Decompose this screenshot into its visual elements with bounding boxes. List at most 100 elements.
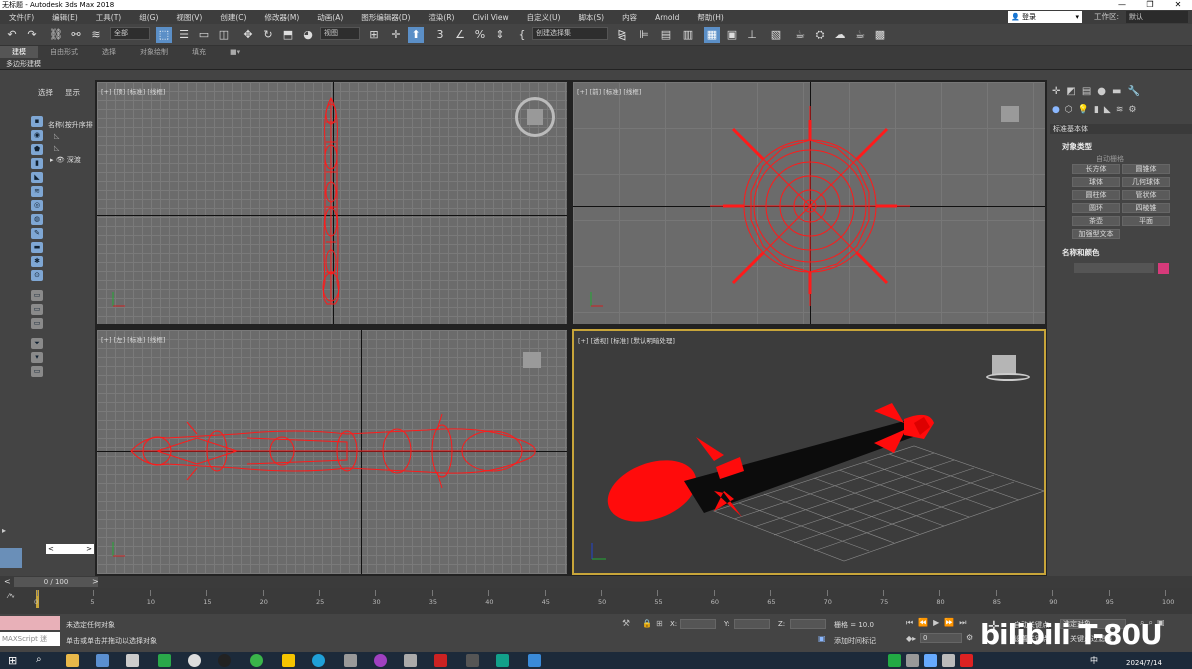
ime-indicator[interactable]: 中 [1090, 655, 1098, 666]
textplus-button[interactable]: 加强型文本 [1072, 229, 1120, 239]
go-to-start-icon[interactable]: ⏮ [906, 618, 913, 628]
taskbar-date[interactable]: 2024/7/14 [1126, 659, 1162, 667]
viewcube-icon[interactable] [1001, 106, 1019, 122]
create-tab-icon[interactable]: ✛ [1052, 86, 1060, 97]
viewport-front[interactable]: [+] [前] [标准] [线框] [573, 82, 1045, 324]
absolute-mode-icon[interactable]: ⊞ [656, 619, 663, 628]
cameras-icon[interactable]: ▮ [1094, 105, 1099, 115]
rotate-icon[interactable]: ↻ [260, 27, 276, 43]
edge-icon[interactable] [312, 654, 325, 667]
menu-content[interactable]: 内容 [613, 12, 646, 23]
render-production-icon[interactable]: ⛭ [812, 27, 828, 43]
next-frame-icon[interactable]: ⏩ [944, 618, 954, 628]
viewport-left[interactable]: [+] [左] [标准] [线框] [97, 330, 567, 574]
eye-icon[interactable]: 👁 [56, 156, 65, 164]
sphere-button[interactable]: 球体 [1072, 177, 1120, 187]
poly-modeling-label[interactable]: 多边形建模 [6, 60, 41, 68]
ribbon-toggle-icon[interactable]: ▥ [680, 27, 696, 43]
tab-modeling[interactable]: 建模 [0, 46, 38, 58]
display-spacewarps-icon[interactable]: ◎ [31, 200, 43, 211]
menu-modifiers[interactable]: 修改器(M) [255, 12, 308, 23]
explorer-row[interactable]: ◺ [54, 144, 59, 152]
display-geometry-icon[interactable]: ◉ [31, 130, 43, 141]
tube-button[interactable]: 管状体 [1122, 190, 1170, 200]
angle-snap-icon[interactable]: ∠ [452, 27, 468, 43]
viewcube-icon[interactable] [992, 355, 1016, 375]
display-children-icon[interactable]: ▭ [31, 318, 43, 329]
render-frame-icon[interactable]: ☕ [792, 27, 808, 43]
app-icon-10[interactable] [466, 654, 479, 667]
menu-views[interactable]: 视图(V) [167, 12, 211, 23]
render-setup-icon[interactable]: ▧ [768, 27, 784, 43]
category-dropdown[interactable]: 标准基本体 [1050, 124, 1192, 134]
app-icon-8[interactable] [404, 654, 417, 667]
maxscript-listener-pink[interactable] [0, 616, 60, 630]
menu-rendering[interactable]: 渲染(R) [419, 12, 463, 23]
app-icon-3[interactable] [158, 654, 171, 667]
app-icon-6[interactable] [344, 654, 357, 667]
previous-frame-icon[interactable]: ⏪ [918, 618, 928, 628]
named-selection-set-dropdown[interactable]: 创建选择集 [532, 27, 608, 40]
viewport-perspective-label[interactable]: [+] [透视] [标准] [默认明暗处理] [578, 335, 675, 345]
tray-icon-4[interactable] [942, 654, 955, 667]
systems-icon[interactable]: ⚙ [1128, 105, 1136, 115]
app-icon-5[interactable] [282, 654, 295, 667]
curve-editor-toggle-icon[interactable]: ⁄∿ [8, 592, 15, 600]
menu-group[interactable]: 组(G) [130, 12, 167, 23]
time-slider[interactable]: < 0 / 100 > [0, 576, 1192, 588]
explorer-scrollbar[interactable]: < > [46, 544, 94, 554]
lights-icon[interactable]: 💡 [1078, 105, 1089, 115]
autogrid-checkbox[interactable]: 自动栅格 [1096, 154, 1124, 164]
tray-icon-3[interactable] [924, 654, 937, 667]
file-explorer-icon[interactable] [66, 654, 79, 667]
time-tag-icon[interactable]: ▣ [818, 634, 826, 643]
display-cameras-icon[interactable]: ◣ [31, 172, 43, 183]
link-icon[interactable]: ⛓ [48, 27, 64, 43]
viewcube-icon[interactable] [523, 352, 541, 368]
plane-button[interactable]: 平面 [1122, 216, 1170, 226]
cone-button[interactable]: 圆锥体 [1122, 164, 1170, 174]
display-shapes-icon[interactable]: ⬟ [31, 144, 43, 155]
z-field[interactable] [790, 619, 826, 629]
lock-icon[interactable]: 🔒 [642, 619, 652, 628]
app-icon-7[interactable] [374, 654, 387, 667]
utilities-tab-icon[interactable]: 🔧 [1127, 86, 1139, 97]
viewport-perspective[interactable]: [+] [透视] [标准] [默认明暗处理] [572, 329, 1046, 575]
rect-selection-icon[interactable]: ▭ [196, 27, 212, 43]
layer-icon[interactable]: ▭ [31, 366, 43, 377]
ribbon-options-icon[interactable]: ■▾ [218, 46, 252, 58]
display-bones-icon[interactable]: ▬ [31, 242, 43, 253]
menu-edit[interactable]: 编辑(E) [43, 12, 87, 23]
menu-help[interactable]: 帮助(H) [688, 12, 733, 23]
display-tab-icon[interactable]: ▬ [1112, 86, 1121, 97]
viewcube-ring[interactable] [986, 373, 1030, 381]
align-icon[interactable]: ⊫ [636, 27, 652, 43]
viewport-top[interactable]: [+] [顶] [标准] [线框] [97, 82, 567, 324]
login-dropdown[interactable]: 👤 登录 ▾ [1008, 11, 1082, 23]
filter-icon[interactable]: ▾ [31, 352, 43, 363]
menu-scripting[interactable]: 脚本(S) [569, 12, 613, 23]
edit-named-sets-icon[interactable]: { [514, 27, 530, 43]
modify-tab-icon[interactable]: ◩ [1066, 86, 1075, 97]
explorer-tab-display[interactable]: 显示 [65, 87, 80, 98]
spinner-snap-icon[interactable]: ⇕ [492, 27, 508, 43]
app-icon-9[interactable] [434, 654, 447, 667]
tab-populate[interactable]: 填充 [180, 46, 218, 58]
display-lights-icon[interactable]: ▮ [31, 158, 43, 169]
explorer-row[interactable]: ▸ 👁 深渡 [50, 155, 81, 165]
display-xrefs-icon[interactable]: ✎ [31, 228, 43, 239]
isolate-icon[interactable]: ⚒ [622, 619, 630, 629]
chevron-right-icon[interactable]: > [92, 577, 99, 586]
3dsmax-taskbar-icon[interactable] [496, 654, 509, 667]
material-editor-icon[interactable]: ▣ [724, 27, 740, 43]
play-icon[interactable]: ▶ [933, 618, 939, 628]
wechat-icon[interactable] [250, 654, 263, 667]
snaps-toggle-icon[interactable]: 3 [432, 27, 448, 43]
app-icon-11[interactable] [528, 654, 541, 667]
curve-editor-icon[interactable]: ⊥ [744, 27, 760, 43]
redo-icon[interactable]: ↷ [24, 27, 40, 43]
bind-spacewarp-icon[interactable]: ≋ [88, 27, 104, 43]
display-containers-icon[interactable]: ✱ [31, 256, 43, 267]
motion-tab-icon[interactable]: ● [1097, 86, 1106, 97]
teapot-button[interactable]: 茶壶 [1072, 216, 1120, 226]
